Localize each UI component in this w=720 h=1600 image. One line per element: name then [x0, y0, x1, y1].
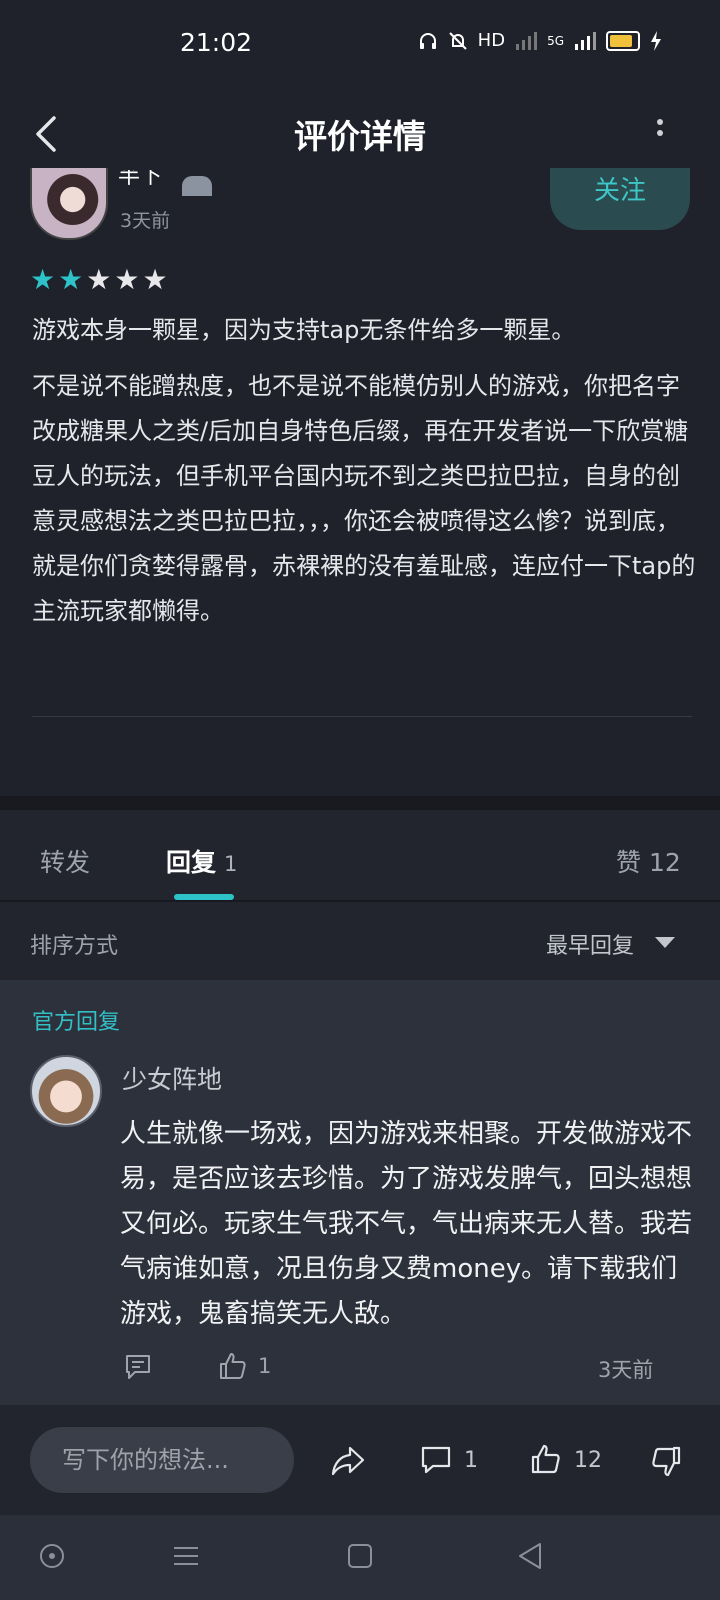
back-nav-button[interactable]	[514, 1540, 546, 1572]
reply-author-name[interactable]: 少女阵地	[122, 1060, 222, 1096]
follow-button[interactable]: 关注	[550, 168, 690, 230]
battery-icon	[606, 30, 640, 51]
assistant-nav-button[interactable]	[36, 1540, 68, 1572]
menu-nav-button[interactable]	[170, 1540, 202, 1572]
comment-button[interactable]	[420, 1444, 452, 1476]
home-nav-button[interactable]	[344, 1540, 376, 1572]
charging-icon	[651, 30, 661, 51]
star-empty-icon: ★	[114, 263, 140, 296]
comment-input[interactable]: 写下你的想法...	[30, 1427, 294, 1493]
headphones-icon	[419, 32, 436, 49]
section-divider	[0, 796, 720, 810]
official-reply-label: 官方回复	[32, 1010, 121, 1035]
tab-forward[interactable]: 转发	[40, 843, 90, 879]
status-icons: HD 5G	[418, 30, 662, 51]
signal-icon	[516, 31, 538, 50]
thumbs-up-icon	[531, 1444, 560, 1474]
divider	[32, 716, 692, 717]
sort-dropdown[interactable]: 最早回复	[546, 928, 634, 960]
reply-like-button[interactable]	[218, 1351, 248, 1381]
star-empty-icon: ★	[142, 263, 168, 296]
post-time: 3天前	[120, 210, 171, 232]
square-icon	[348, 1544, 372, 1568]
reply-text: 人生就像一场戏，因为游戏来相聚。开发做游戏不易，是否应该去珍惜。为了游戏发脾气，…	[120, 1119, 693, 1329]
share-button[interactable]	[330, 1444, 366, 1478]
reply-comment-button[interactable]	[123, 1352, 153, 1382]
like-button[interactable]	[530, 1443, 562, 1475]
circle-dot-icon	[40, 1544, 64, 1568]
menu-icon	[174, 1547, 198, 1565]
rating-stars: ★ ★ ★ ★ ★	[30, 266, 168, 294]
share-arrow-icon	[331, 1446, 365, 1476]
review-paragraph-2: 不是说不能蹭热度，也不是说不能模仿别人的游戏，你把名字改成糖果人之类/后加自身特…	[32, 372, 696, 625]
triangle-back-icon	[519, 1543, 541, 1569]
reply-author-avatar[interactable]	[30, 1055, 102, 1127]
tab-reply-count: 1	[224, 852, 238, 876]
thumbs-up-icon	[220, 1353, 246, 1379]
network-hd-label: HD	[477, 30, 506, 51]
thumbs-down-icon	[652, 1446, 681, 1477]
signal-5g-icon	[575, 31, 596, 50]
tab-bar	[0, 810, 720, 900]
mute-bell-icon	[448, 31, 467, 50]
tab-reply[interactable]: 回复 1	[166, 843, 237, 879]
page-title: 评价详情	[294, 117, 426, 156]
signal-5g-label: 5G	[547, 33, 564, 48]
reply-time: 3天前	[598, 1358, 654, 1382]
caret-down-icon[interactable]	[655, 937, 675, 948]
comment-icon	[421, 1446, 451, 1474]
like-count: 12	[574, 1448, 602, 1473]
comment-count: 1	[464, 1448, 478, 1473]
star-filled-icon: ★	[58, 263, 84, 296]
sort-label: 排序方式	[30, 934, 119, 959]
tab-reply-label: 回复	[166, 848, 217, 877]
author-avatar[interactable]	[30, 168, 108, 240]
star-filled-icon: ★	[30, 263, 56, 296]
review-paragraph-1: 游戏本身一颗星，因为支持tap无条件给多一颗星。	[32, 316, 576, 344]
reply-like-count: 1	[258, 1354, 272, 1378]
status-time: 21:02	[180, 28, 253, 57]
more-options-button[interactable]	[650, 114, 670, 154]
tab-likes[interactable]: 赞 12	[616, 843, 681, 879]
star-empty-icon: ★	[86, 263, 112, 296]
comment-icon	[126, 1355, 150, 1379]
dislike-button[interactable]	[648, 1445, 682, 1479]
level-badge-icon	[182, 176, 212, 196]
